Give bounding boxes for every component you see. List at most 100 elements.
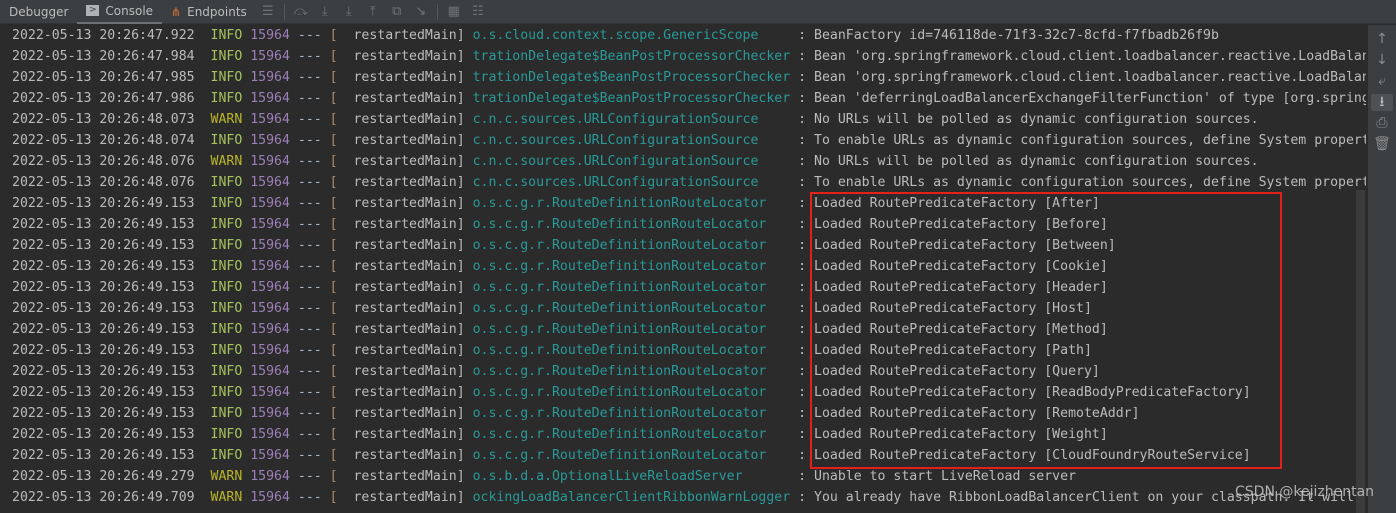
tab-console[interactable]: > Console (77, 0, 163, 24)
separator: [ (329, 154, 354, 169)
log-pid: 15964 (250, 301, 290, 316)
log-logger: o.s.c.g.r.RouteDefinitionRouteLocator (472, 238, 791, 253)
log-level: INFO (210, 217, 243, 232)
drop-frame-icon[interactable]: ⧉ (385, 4, 409, 19)
tab-label: Endpoints (187, 4, 247, 19)
separator: ] (456, 364, 473, 379)
log-level: WARN (210, 154, 243, 169)
step-into-icon[interactable]: ⤓ (337, 4, 361, 19)
log-logger: o.s.c.g.r.RouteDefinitionRouteLocator (472, 448, 791, 463)
run-to-cursor-icon[interactable]: ↘ (409, 4, 433, 19)
tab-endpoints[interactable]: ⋔ Endpoints (162, 0, 256, 24)
log-line: 2022-05-13 20:26:48.074 INFO 15964 --- [… (0, 130, 1366, 151)
log-time: 2022-05-13 20:26:48.076 (12, 175, 195, 190)
step-out-icon[interactable]: ⤒ (361, 4, 385, 19)
vertical-scrollbar[interactable] (1356, 190, 1365, 513)
separator: --- (289, 406, 330, 421)
log-logger: c.n.c.sources.URLConfigurationSource (472, 154, 791, 169)
log-line: 2022-05-13 20:26:49.709 WARN 15964 --- [… (0, 487, 1366, 508)
log-line: 2022-05-13 20:26:47.986 INFO 15964 --- [… (0, 88, 1366, 109)
log-level: INFO (210, 280, 243, 295)
log-pid: 15964 (250, 196, 290, 211)
separator: [ (329, 49, 354, 64)
log-pid: 15964 (250, 217, 290, 232)
log-level: INFO (210, 322, 243, 337)
separator: --- (289, 91, 330, 106)
log-pid: 15964 (250, 28, 290, 43)
log-logger: o.s.c.g.r.RouteDefinitionRouteLocator (472, 196, 791, 211)
separator: --- (289, 49, 330, 64)
log-time: 2022-05-13 20:26:49.153 (12, 280, 195, 295)
log-thread: restartedMain (353, 280, 457, 295)
log-message: Bean 'org.springframework.cloud.client.l… (814, 70, 1366, 85)
separator: ] (456, 70, 473, 85)
separator: : (790, 91, 814, 106)
log-message: Bean 'deferringLoadBalancerExchangeFilte… (814, 91, 1366, 106)
separator: : (790, 133, 814, 148)
log-message: To enable URLs as dynamic configuration … (814, 175, 1366, 190)
arrow-down-icon[interactable]: ↓ (1371, 52, 1393, 69)
separator: [ (329, 385, 354, 400)
separator: ] (456, 154, 473, 169)
log-time: 2022-05-13 20:26:49.153 (12, 427, 195, 442)
log-pid: 15964 (250, 322, 290, 337)
log-time: 2022-05-13 20:26:49.153 (12, 217, 195, 232)
separator (195, 259, 211, 274)
scroll-to-end-icon[interactable]: ⭳ (1371, 94, 1393, 111)
separator (195, 112, 211, 127)
separator: --- (289, 364, 330, 379)
log-thread: restartedMain (353, 238, 457, 253)
log-pid: 15964 (250, 343, 290, 358)
trace-icon[interactable]: ☷ (466, 4, 490, 19)
show-execution-point-icon[interactable]: ⤼ (289, 4, 313, 19)
trash-icon[interactable]: 🗑 (1371, 136, 1393, 153)
separator: --- (289, 343, 330, 358)
tab-debugger[interactable]: Debugger (0, 0, 77, 24)
separator: --- (289, 28, 330, 43)
separator: ] (456, 28, 473, 43)
log-logger: ockingLoadBalancerClientRibbonWarnLogger (472, 490, 791, 505)
log-pid: 15964 (250, 238, 290, 253)
log-pid: 15964 (250, 70, 290, 85)
log-thread: restartedMain (353, 133, 457, 148)
separator: --- (289, 259, 330, 274)
log-thread: restartedMain (353, 406, 457, 421)
log-logger: o.s.c.g.r.RouteDefinitionRouteLocator (472, 406, 791, 421)
print-icon[interactable]: ⎙ (1371, 115, 1393, 132)
log-time: 2022-05-13 20:26:49.153 (12, 406, 195, 421)
separator: ] (456, 343, 473, 358)
log-level: INFO (210, 448, 243, 463)
step-over-icon[interactable]: ⤓ (313, 4, 337, 19)
menu-icon[interactable]: ☰ (256, 4, 280, 19)
separator: [ (329, 343, 354, 358)
log-thread: restartedMain (353, 427, 457, 442)
arrow-up-icon[interactable]: ↑ (1371, 31, 1393, 48)
separator: ] (456, 175, 473, 190)
log-time: 2022-05-13 20:26:49.153 (12, 364, 195, 379)
separator: ] (456, 427, 473, 442)
log-logger: o.s.c.g.r.RouteDefinitionRouteLocator (472, 322, 791, 337)
log-pid: 15964 (250, 91, 290, 106)
log-thread: restartedMain (353, 154, 457, 169)
separator: : (790, 490, 814, 505)
log-time: 2022-05-13 20:26:49.279 (12, 469, 195, 484)
divider (283, 3, 285, 20)
separator: --- (289, 70, 330, 85)
separator: [ (329, 259, 354, 274)
separator: ] (456, 406, 473, 421)
separator (195, 343, 211, 358)
log-logger: c.n.c.sources.URLConfigurationSource (472, 133, 791, 148)
log-logger: c.n.c.sources.URLConfigurationSource (472, 112, 791, 127)
evaluate-expression-icon[interactable]: ▦ (442, 4, 466, 19)
log-thread: restartedMain (353, 490, 457, 505)
log-time: 2022-05-13 20:26:49.153 (12, 259, 195, 274)
log-level: INFO (210, 238, 243, 253)
separator: --- (289, 280, 330, 295)
separator: --- (289, 238, 330, 253)
log-logger: trationDelegate$BeanPostProcessorChecker (472, 70, 791, 85)
separator (195, 427, 211, 442)
log-pid: 15964 (250, 49, 290, 64)
soft-wrap-icon[interactable]: ⤶ (1371, 73, 1393, 90)
log-pid: 15964 (250, 154, 290, 169)
separator: [ (329, 490, 354, 505)
